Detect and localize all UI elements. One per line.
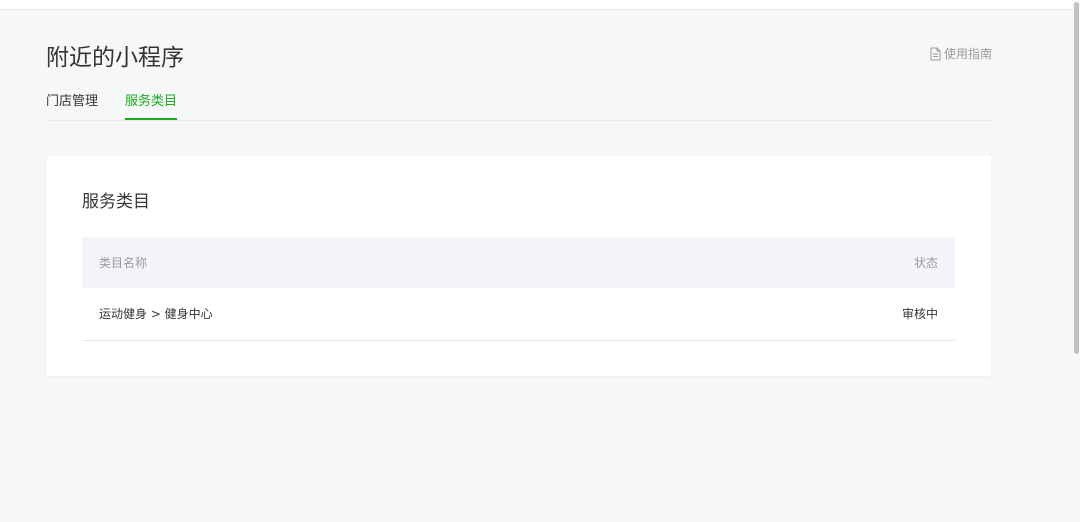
scrollbar-thumb[interactable] bbox=[1074, 2, 1079, 354]
scrollbar[interactable] bbox=[1072, 0, 1080, 522]
header-status: 状态 bbox=[913, 256, 938, 270]
service-category-card: 服务类目 类目名称 状态 运动健身 > 健身中心 审核中 bbox=[47, 156, 991, 376]
card-title: 服务类目 bbox=[82, 192, 150, 212]
category-table: 类目名称 状态 运动健身 > 健身中心 审核中 bbox=[82, 237, 955, 341]
table-row: 运动健身 > 健身中心 审核中 bbox=[82, 288, 955, 341]
page-header: 附近的小程序 使用指南 bbox=[46, 42, 992, 74]
row-category: 运动健身 > 健身中心 bbox=[99, 307, 213, 321]
table-header: 类目名称 状态 bbox=[82, 237, 955, 288]
guide-link[interactable]: 使用指南 bbox=[929, 46, 992, 62]
tab-bar: 门店管理 服务类目 bbox=[46, 93, 992, 121]
header-category-name: 类目名称 bbox=[99, 256, 148, 270]
top-bar bbox=[0, 0, 1072, 10]
tab-service-category[interactable]: 服务类目 bbox=[125, 93, 178, 120]
row-status: 审核中 bbox=[901, 307, 938, 321]
guide-link-label[interactable]: 使用指南 bbox=[944, 46, 992, 62]
page-title: 附近的小程序 bbox=[46, 45, 184, 71]
document-icon bbox=[930, 47, 941, 61]
tab-store-management[interactable]: 门店管理 bbox=[46, 93, 98, 118]
